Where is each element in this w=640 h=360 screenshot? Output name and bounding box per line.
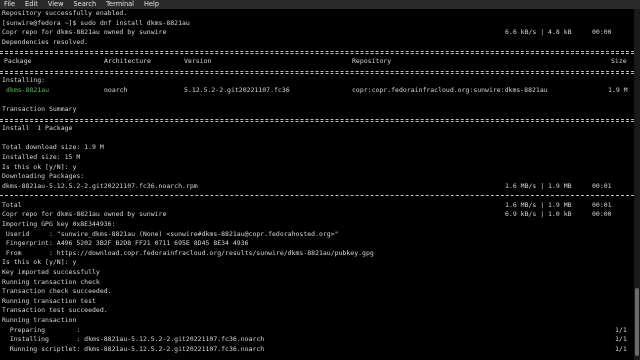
output-line: Running transaction test	[2, 296, 96, 305]
output-line: Installed size: 15 M	[2, 152, 81, 161]
repo-line-time: 00:00	[592, 28, 612, 37]
installing-count: 1/1	[615, 335, 627, 344]
menu-terminal[interactable]: Terminal	[101, 0, 139, 9]
prompt-line: [sunwire@fedora ~]$ sudo dnf install dkm…	[2, 18, 190, 27]
terminal-window: File Edit View Search Terminal Help Repo…	[0, 0, 640, 360]
row-version: 5.12.5.2-2.git20221107.fc36	[184, 85, 290, 94]
repo-line-text: Copr repo for dkms-8821au owned by sunwi…	[2, 28, 167, 37]
output-line: Total download size: 1.9 M	[2, 143, 104, 152]
output-line: dkms-8821au-5.12.5.2-2.git20221107.fc36.…	[0, 182, 634, 192]
table-header: Package Architecture Version Repository …	[0, 57, 634, 67]
row-repo: copr:copr.fedorainfracloud.org:sunwire:d…	[352, 85, 548, 94]
output-line: Fingerprint: A496 5202 3B2F B2D8 FF21 07…	[2, 239, 249, 248]
output-line: Transaction test succeeded.	[2, 306, 108, 315]
col-arch-header: Architecture	[104, 56, 151, 65]
scriptlet-text: Running scriptlet: dkms-8821au-5.12.5.2-…	[2, 344, 265, 353]
output-line: Running transaction	[2, 316, 77, 324]
output-line: Installing:	[2, 76, 46, 85]
output-line: Total 1.6 MB/s | 1.9 MB 00:01	[0, 201, 634, 211]
preparing-text: Preparing :	[2, 325, 81, 334]
col-package-header: Package	[4, 56, 32, 65]
row-size: 1.9 M	[608, 85, 628, 94]
output-line: Running transaction check	[2, 277, 100, 286]
preparing-count: 1/1	[615, 325, 627, 334]
rpm-name: dkms-8821au-5.12.5.2-2.git20221107.fc36.…	[2, 181, 198, 190]
scriptlet-count: 1/1	[615, 344, 627, 353]
col-version-header: Version	[184, 56, 212, 65]
rpm-time: 00:01	[592, 181, 612, 190]
output-line: Copr repo for dkms-8821au owned by sunwi…	[0, 210, 634, 220]
separator	[0, 47, 634, 57]
menu-help[interactable]: Help	[139, 0, 164, 9]
output-line: Downloading Packages:	[2, 172, 85, 181]
output-line: Transaction check succeeded.	[2, 287, 112, 296]
row-package: dkms-8821au	[6, 85, 50, 94]
output-line: Repository successfully enabled.	[2, 9, 128, 17]
copr2-speed: 6.9 kB/s | 1.0 kB	[505, 210, 572, 219]
table-row: dkms-8821au noarch 5.12.5.2-2.git2022110…	[0, 86, 634, 96]
total-label: Total	[2, 200, 22, 209]
total-speed: 1.6 MB/s | 1.9 MB	[505, 200, 572, 209]
menu-file[interactable]: File	[0, 0, 20, 9]
output-line: Copr repo for dkms-8821au owned by sunwi…	[0, 28, 634, 38]
output-line: Install 1 Package	[2, 124, 73, 133]
output-line: Importing GPG key 0x8E344936:	[2, 220, 116, 229]
scrollbar-thumb[interactable]	[635, 288, 639, 356]
menu-search[interactable]: Search	[68, 0, 101, 9]
col-repo-header: Repository	[352, 56, 392, 65]
copr2-time: 00:00	[592, 210, 612, 219]
output-line: From : https://download.copr.fedorainfra…	[2, 248, 374, 257]
output-line: Installing : dkms-8821au-5.12.5.2-2.git2…	[0, 335, 634, 345]
separator	[0, 191, 634, 201]
output-line: Key imported successfully	[2, 268, 100, 277]
copr2-text: Copr repo for dkms-8821au owned by sunwi…	[2, 210, 167, 219]
installing-text: Installing : dkms-8821au-5.12.5.2-2.git2…	[2, 335, 265, 344]
menu-view[interactable]: View	[43, 0, 69, 9]
row-arch: noarch	[104, 85, 128, 94]
output-line: Preparing : 1/1	[0, 326, 634, 336]
terminal-output[interactable]: Repository successfully enabled. [sunwir…	[0, 9, 634, 360]
repo-line-speed: 6.6 kB/s | 4.8 kB	[505, 28, 572, 37]
rpm-speed: 1.6 MB/s | 1.9 MB	[505, 181, 572, 190]
separator	[0, 115, 634, 125]
total-time: 00:01	[592, 200, 612, 209]
output-line: Is this ok [y/N]: y	[2, 258, 77, 267]
output-line: Userid : "sunwire_dkms-8821au (None) <su…	[2, 229, 339, 238]
output-line: Running scriptlet: dkms-8821au-5.12.5.2-…	[0, 345, 634, 355]
output-line: Is this ok [y/N]: y	[2, 162, 77, 171]
scrollbar[interactable]	[634, 9, 640, 360]
output-line: Transaction Summary	[2, 104, 77, 113]
separator	[0, 67, 634, 77]
output-line: Dependencies resolved.	[2, 37, 89, 46]
menu-edit[interactable]: Edit	[20, 0, 43, 9]
menu-bar: File Edit View Search Terminal Help	[0, 0, 640, 9]
col-size-header: Size	[611, 56, 627, 65]
